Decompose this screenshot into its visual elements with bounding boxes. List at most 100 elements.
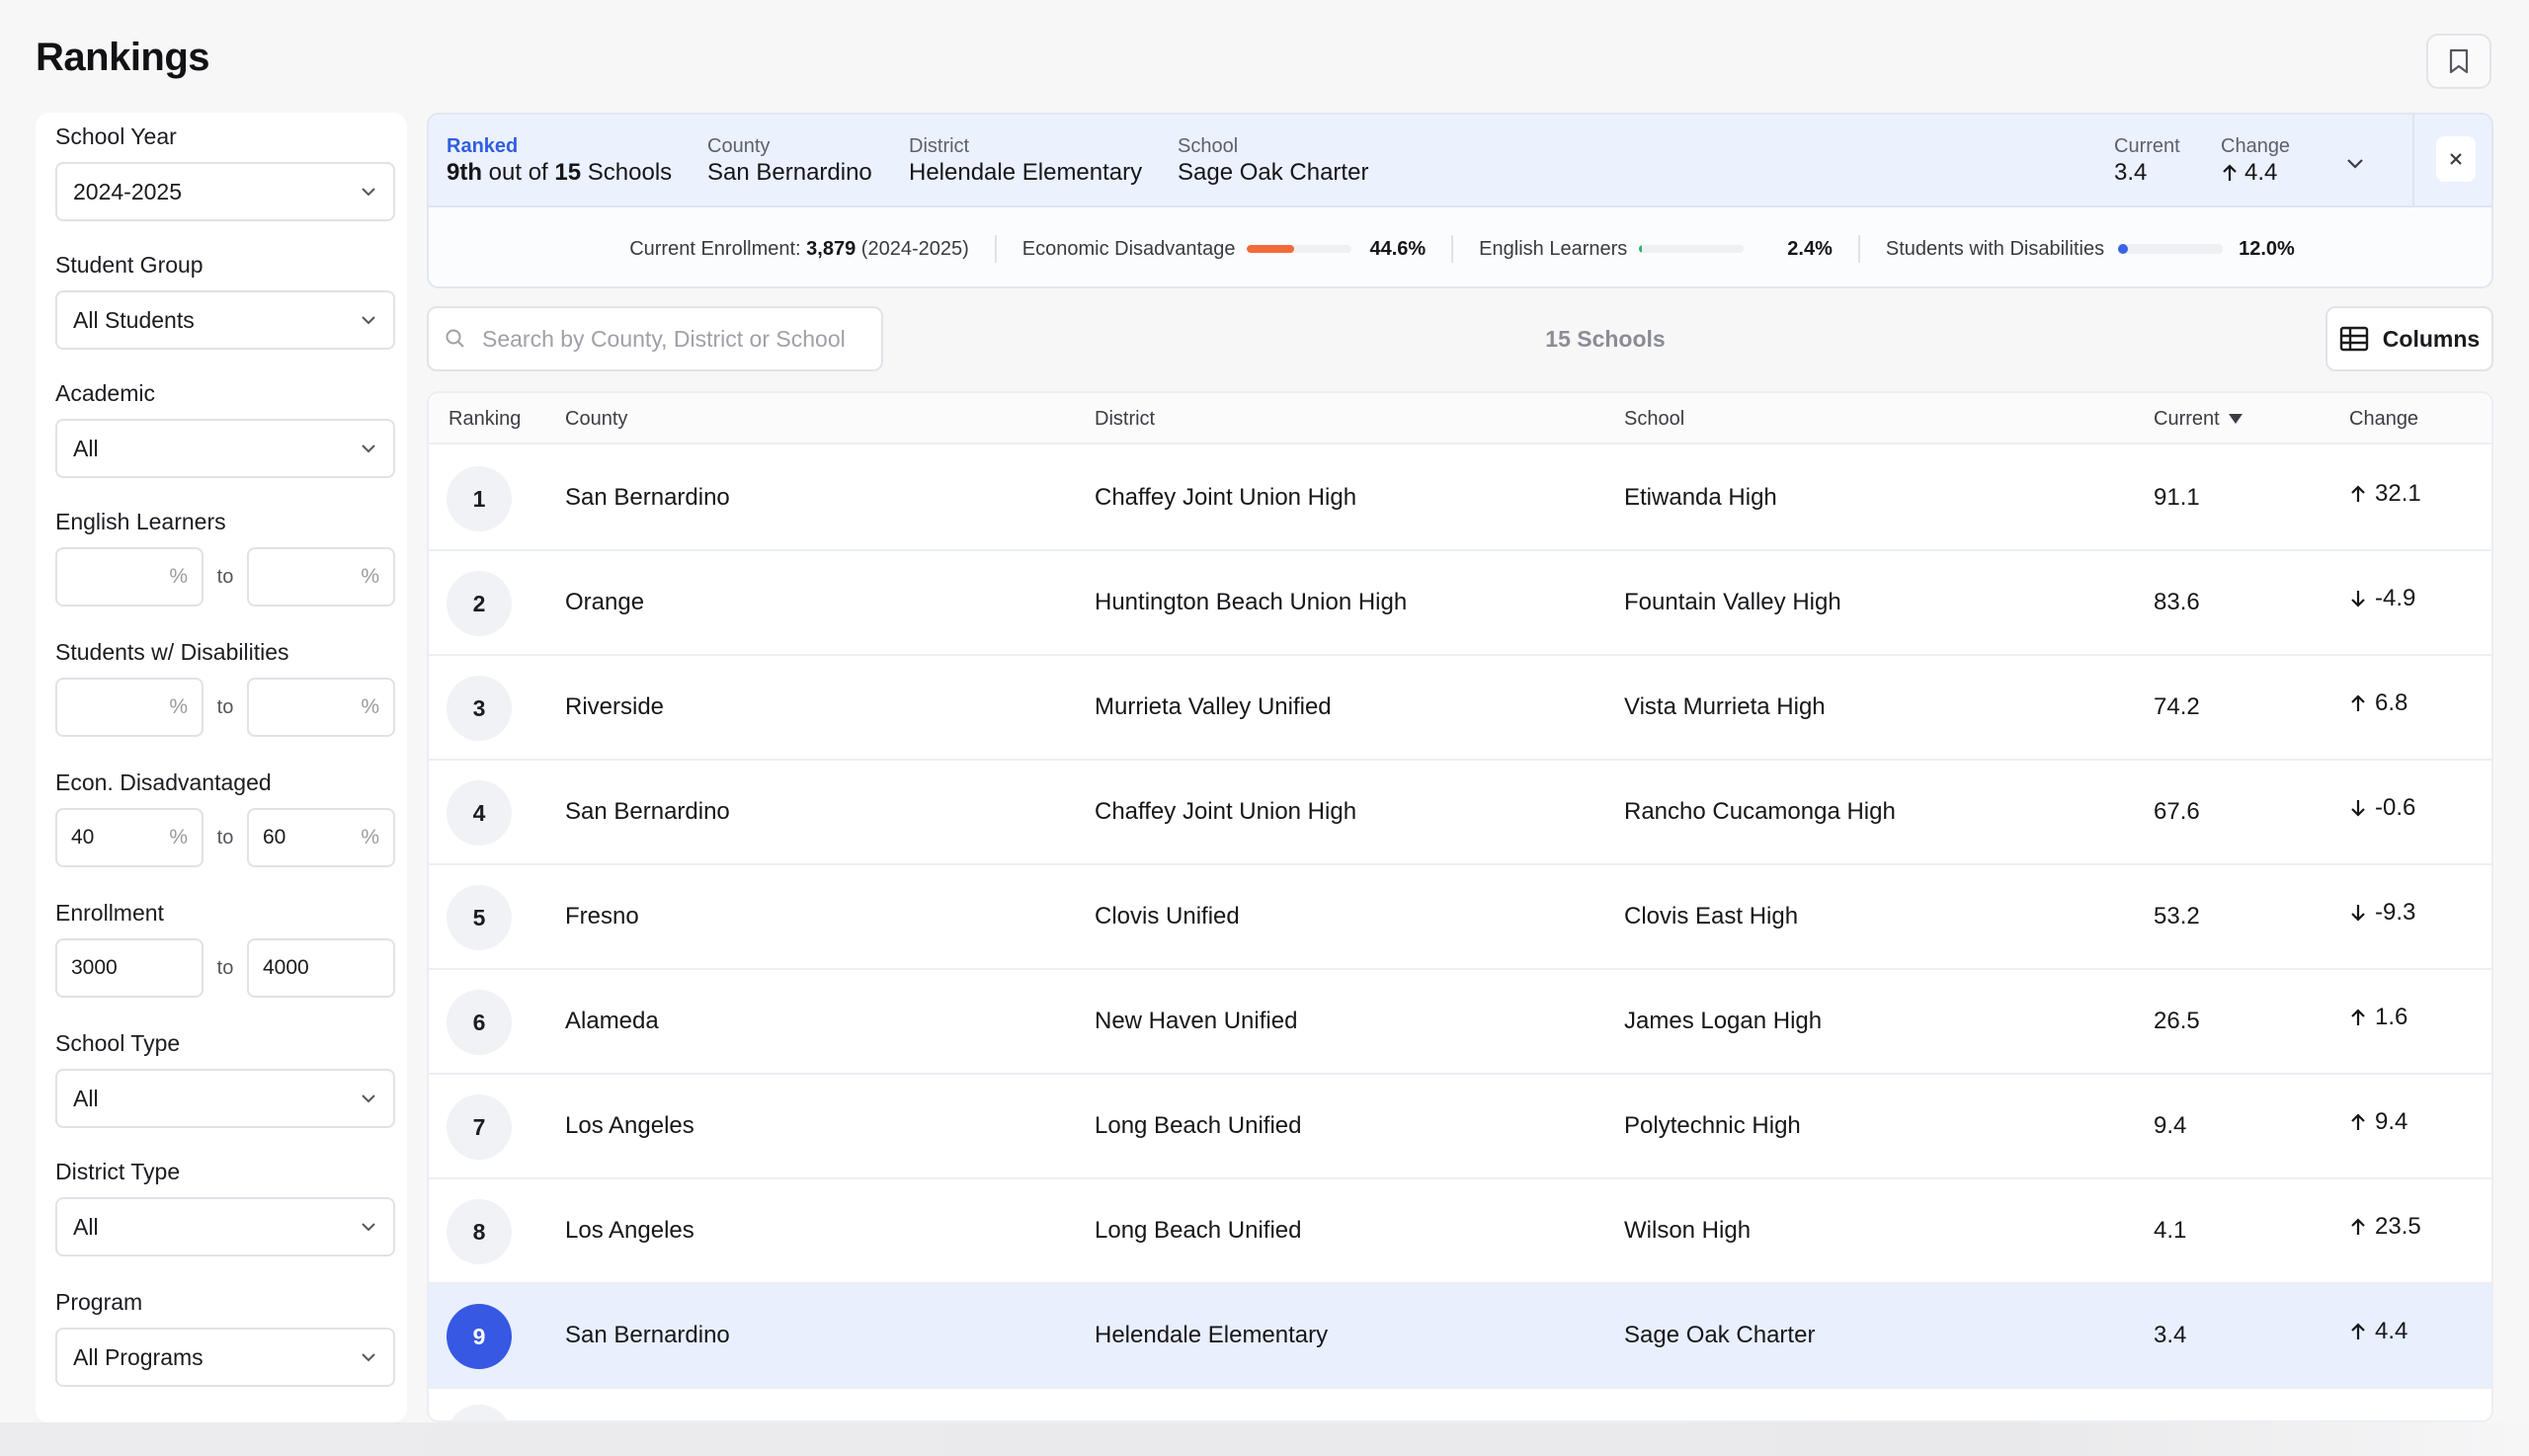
change-value: 1.6 xyxy=(2375,1004,2408,1030)
econ-max-input[interactable]: 60% xyxy=(247,808,395,867)
bookmark-button[interactable] xyxy=(2426,34,2491,89)
swd-bar-dot xyxy=(2118,244,2129,254)
bookmark-icon xyxy=(2449,48,2469,74)
el-label: English Learners xyxy=(1479,237,1628,260)
columns-button[interactable]: Columns xyxy=(2325,306,2493,371)
header-school[interactable]: School xyxy=(1624,393,1684,445)
header-current-label: Current xyxy=(2154,408,2220,430)
columns-label: Columns xyxy=(2382,325,2481,352)
close-summary-button[interactable] xyxy=(2436,136,2476,182)
el-metric: English Learners 2.4% xyxy=(1479,238,1833,261)
chevron-down-icon xyxy=(362,1094,375,1103)
econ-metric: Economic Disadvantage 44.6% xyxy=(1022,238,1426,261)
county-cell: Los Angeles xyxy=(565,1217,694,1244)
header-change[interactable]: Change xyxy=(2349,393,2418,445)
summary-current: Current 3.4 xyxy=(2114,134,2180,188)
county-cell: Fresno xyxy=(565,903,639,930)
arrow-up-icon xyxy=(2223,164,2237,181)
divider xyxy=(1857,235,1860,263)
filter-disabilities: Students w/ Disabilities % to % xyxy=(55,636,395,737)
select-value: 2024-2025 xyxy=(73,178,182,204)
table-row[interactable]: 5 Fresno Clovis Unified Clovis East High 53.… xyxy=(429,865,2491,970)
change-cell: -0.6 xyxy=(2349,778,2415,838)
range-to-label: to xyxy=(216,695,234,718)
school-value: Sage Oak Charter xyxy=(1178,159,1369,186)
enrollment-min-input[interactable]: 3000 xyxy=(55,938,204,998)
change-cell: 4.4 xyxy=(2349,1302,2407,1361)
econ-min-input[interactable]: 40% xyxy=(55,808,204,867)
change-value: -4.9 xyxy=(2375,585,2416,611)
input-value: 40 xyxy=(71,826,95,849)
program-select[interactable]: All Programs xyxy=(55,1328,395,1387)
table-columns-icon xyxy=(2339,326,2368,352)
district-cell: Huntington Beach Union High xyxy=(1095,589,1408,615)
select-value: All xyxy=(73,1085,99,1111)
bottom-edge xyxy=(0,1422,2529,1456)
table-row[interactable]: 9 San Bernardino Helendale Elementary Sage … xyxy=(429,1284,2491,1389)
filter-label: Academic xyxy=(55,380,155,406)
search-icon xyxy=(446,329,464,348)
table-row[interactable]: 8 Los Angeles Long Beach Unified Wilson Hig… xyxy=(429,1179,2491,1284)
disabilities-min-input[interactable]: % xyxy=(55,678,204,737)
filter-label: English Learners xyxy=(55,509,226,534)
arrow-up-icon xyxy=(2351,1218,2365,1235)
arrow-up-icon xyxy=(2351,1323,2365,1339)
table-row[interactable]: 3 Riverside Murrieta Valley Unified Vista M… xyxy=(429,656,2491,761)
header-county[interactable]: County xyxy=(565,393,627,445)
header-current[interactable]: Current xyxy=(2154,393,2243,445)
table-row[interactable]: 2 Orange Huntington Beach Union High Founta… xyxy=(429,551,2491,656)
change-value: 9.4 xyxy=(2375,1108,2408,1135)
ranked-position: 9th xyxy=(447,159,482,186)
change-value: -0.6 xyxy=(2375,794,2416,821)
header-district[interactable]: District xyxy=(1095,393,1155,445)
filter-label: School Year xyxy=(55,123,177,149)
arrow-up-icon xyxy=(2351,1009,2365,1025)
current-cell: 4.1 xyxy=(2154,1217,2187,1244)
county-cell: San Bernardino xyxy=(565,798,730,825)
ranked-total: 15 xyxy=(554,159,582,186)
table-header: Ranking County District School Current C… xyxy=(429,393,2491,445)
ranked-label: Ranked xyxy=(447,135,519,157)
enrollment-label: Current Enrollment: xyxy=(629,237,801,260)
table-row[interactable]: 7 Los Angeles Long Beach Unified Polytechni… xyxy=(429,1075,2491,1179)
school-type-select[interactable]: All xyxy=(55,1069,395,1128)
disabilities-max-input[interactable]: % xyxy=(247,678,395,737)
table-row[interactable]: 6 Alameda New Haven Unified James Logan Hig… xyxy=(429,970,2491,1075)
filter-label: Student Group xyxy=(55,252,204,278)
unit-label: % xyxy=(169,565,188,588)
english-learners-min-input[interactable]: % xyxy=(55,547,204,607)
filter-label: District Type xyxy=(55,1159,181,1184)
summary-change: Change 4.4 xyxy=(2221,134,2290,188)
table-row[interactable]: 4 San Bernardino Chaffey Joint Union High R… xyxy=(429,761,2491,865)
header-ranking[interactable]: Ranking xyxy=(449,393,521,445)
unit-label: % xyxy=(169,826,188,849)
change-cell: -9.3 xyxy=(2349,883,2415,942)
school-cell: James Logan High xyxy=(1624,1008,1823,1034)
summary-district: District Helendale Elementary xyxy=(909,134,1142,188)
ranked-value: 9th out of 15 Schools xyxy=(447,158,672,188)
arrow-down-icon xyxy=(2351,800,2365,817)
econ-label: Economic Disadvantage xyxy=(1021,237,1236,260)
table-row[interactable]: 1 San Bernardino Chaffey Joint Union High E… xyxy=(429,446,2491,551)
current-cell: 83.6 xyxy=(2154,589,2200,615)
current-cell: 26.5 xyxy=(2154,1008,2200,1034)
county-cell: San Bernardino xyxy=(565,1322,730,1348)
district-type-select[interactable]: All xyxy=(55,1197,395,1256)
select-value: All xyxy=(73,435,99,461)
enrollment-max-input[interactable]: 4000 xyxy=(247,938,395,998)
change-value: -9.3 xyxy=(2375,899,2416,926)
academic-select[interactable]: All xyxy=(55,419,395,478)
expand-summary-button[interactable] xyxy=(2335,144,2375,184)
summary-school: School Sage Oak Charter xyxy=(1178,134,1368,188)
school-cell: Polytechnic High xyxy=(1624,1112,1801,1139)
school-cell: Wilson High xyxy=(1624,1217,1752,1244)
change-cell: 9.4 xyxy=(2349,1092,2407,1152)
search-input[interactable]: Search by County, District or School xyxy=(427,306,883,371)
change-cell: 23.5 xyxy=(2349,1197,2421,1256)
filter-econ-disadvantaged: Econ. Disadvantaged 40% to 60% xyxy=(55,767,395,867)
school-cell: Etiwanda High xyxy=(1624,484,1777,511)
county-cell: Orange xyxy=(565,589,645,615)
student-group-select[interactable]: All Students xyxy=(55,290,395,350)
school-year-select[interactable]: 2024-2025 xyxy=(55,162,395,221)
english-learners-max-input[interactable]: % xyxy=(247,547,395,607)
